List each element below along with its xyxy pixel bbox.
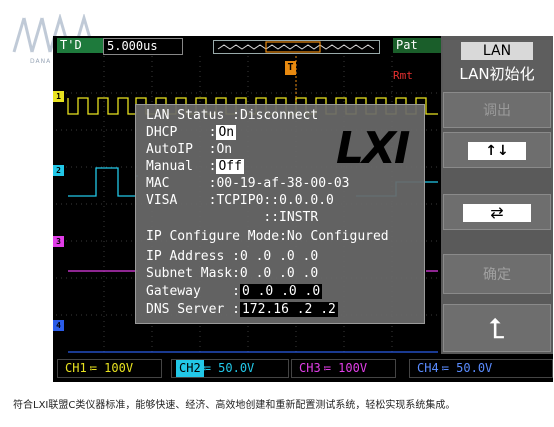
- row-label: IP Address: [146, 249, 225, 264]
- lxi-logo: LXI: [336, 123, 410, 174]
- ch4-coupling-icon: ≔: [441, 361, 449, 375]
- timebase[interactable]: 5.000us: [103, 38, 183, 55]
- memory-depth-indicator: [213, 40, 380, 54]
- ch2-status[interactable]: CH2 ≔ 50.0V: [171, 359, 289, 378]
- lan-init-label: LAN初始化: [459, 65, 535, 83]
- row-label: VISA: [146, 193, 178, 208]
- caption: 符合LXI联盟C类仪器标准，能够快速、经济、高效地创建和重新配置测试系统，轻松实…: [13, 400, 456, 411]
- row-label: Subnet Mask: [146, 266, 233, 281]
- row-value: 172.16 .2 .2: [239, 302, 338, 317]
- trigger-status: T'D: [57, 38, 103, 53]
- softkey-arrows[interactable]: ↑↓: [443, 132, 551, 168]
- oscilloscope-screen: T'D 5.000us Pat T Rmt 1 2 3 4 LXI LAN St…: [53, 36, 553, 382]
- mac-row: MAC :00-19-af-38-00-03: [146, 176, 350, 191]
- ch3-label: CH3: [299, 361, 321, 375]
- row-value: No Configured: [286, 229, 389, 244]
- ch2-label: CH2: [176, 360, 204, 377]
- dhcp-row[interactable]: DHCP : On: [146, 125, 237, 140]
- row-value: 0 .0 .0 .0: [239, 266, 319, 281]
- gateway-row[interactable]: Gateway :0 .0 .0 .0: [146, 284, 323, 299]
- up-down-arrow-icon: ↑↓: [468, 142, 526, 160]
- ch4-scale: 50.0V: [456, 361, 493, 375]
- row-value: Disconnect: [239, 108, 319, 123]
- top-status-bar: T'D 5.000us Pat: [53, 36, 443, 56]
- lan-title: LAN: [461, 42, 533, 60]
- trigger-position-marker[interactable]: T: [285, 61, 296, 75]
- row-label: Manual: [146, 159, 193, 174]
- row-label: DHCP: [146, 125, 178, 140]
- ch1-scale: 100V: [104, 361, 134, 375]
- ch1-label: CH1: [65, 361, 87, 375]
- softkey-menu: LAN LAN初始化 调出 ↑↓ ⇄ 确定 ⮤: [441, 36, 553, 354]
- visa-instr-row: ::INSTR: [146, 210, 318, 225]
- ch3-position-marker[interactable]: 3: [53, 236, 64, 247]
- softkey-lan-header[interactable]: LAN LAN初始化: [443, 40, 551, 90]
- ch4-status[interactable]: CH4 ≔ 50.0V: [409, 359, 553, 378]
- row-value: 00-19-af-38-00-03: [216, 176, 350, 191]
- ch4-label: CH4: [417, 361, 439, 375]
- lan-row: LAN Status :Disconnect: [146, 108, 319, 123]
- ip-address-row[interactable]: IP Address :0 .0 .0 .0: [146, 249, 318, 264]
- ip-mode-row: IP Configure Mode:No Configured: [146, 229, 389, 244]
- row-label: Gateway: [146, 284, 201, 299]
- softkey-toggle[interactable]: ⇄: [443, 194, 551, 230]
- ch1-position-marker[interactable]: 1: [53, 91, 64, 102]
- toggle-icon: ⇄: [463, 204, 531, 222]
- ch2-coupling-icon: ≔: [203, 361, 211, 375]
- softkey-recall[interactable]: 调出: [443, 92, 551, 128]
- row-value: TCPIP0::0.0.0.0: [216, 193, 334, 208]
- visa-row: VISA :TCPIP0::0.0.0.0: [146, 193, 334, 208]
- row-label: MAC: [146, 176, 170, 191]
- channel-status-bar: CH1 ≔ 100V CH2 ≔ 50.0V CH3 ≔ 100V CH4 ≔ 50.0…: [53, 356, 553, 380]
- ch1-status[interactable]: CH1 ≔ 100V: [57, 359, 162, 378]
- row-value: 0 .0 .0 .0: [239, 284, 323, 299]
- autoip-row[interactable]: AutoIP :On: [146, 142, 232, 157]
- row-label: AutoIP: [146, 142, 193, 157]
- row-value: Off: [216, 159, 244, 174]
- ch3-scale: 100V: [338, 361, 368, 375]
- row-value: On: [216, 142, 233, 157]
- ch3-status[interactable]: CH3 ≔ 100V: [291, 359, 396, 378]
- ch2-scale: 50.0V: [218, 361, 255, 375]
- row-value: On: [216, 125, 237, 140]
- lan-status-panel: LXI LAN Status :Disconnect DHCP : On Auto…: [135, 104, 425, 324]
- row-label: IP Configure Mode: [146, 229, 280, 244]
- ch2-position-marker[interactable]: 2: [53, 165, 64, 176]
- ch1-coupling-icon: ≔: [89, 361, 97, 375]
- row-label: DNS Server: [146, 302, 225, 317]
- subnet-mask-row[interactable]: Subnet Mask:0 .0 .0 .0: [146, 266, 318, 281]
- row-label: LAN Status: [146, 108, 225, 123]
- ch4-position-marker[interactable]: 4: [53, 320, 64, 331]
- remote-status: Rmt: [393, 69, 413, 82]
- row-value: ::INSTR: [263, 210, 319, 225]
- back-icon[interactable]: ⮤: [443, 304, 551, 352]
- manual-row[interactable]: Manual : Off: [146, 159, 244, 174]
- softkey-confirm[interactable]: 确定: [443, 254, 551, 294]
- ch3-coupling-icon: ≔: [323, 361, 331, 375]
- dns-server-row[interactable]: DNS Server :172.16 .2 .2: [146, 302, 338, 317]
- trigger-source[interactable]: Pat: [393, 38, 443, 53]
- row-value: 0 .0 .0 .0: [239, 249, 319, 264]
